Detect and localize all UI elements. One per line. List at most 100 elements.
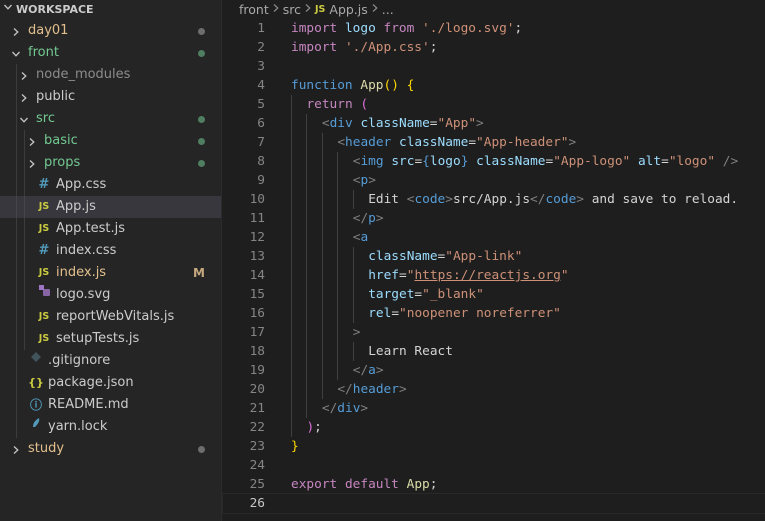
code-area[interactable]: 1 import logo from './logo.svg'; 2 import '… — [222, 19, 765, 514]
js-file-icon: JS — [38, 201, 50, 212]
code-line[interactable]: 19 </a> — [223, 361, 765, 380]
code-token: src — [391, 154, 415, 169]
code-text: function App() { — [291, 76, 414, 95]
indent-guide — [291, 418, 292, 437]
indent-guide — [291, 342, 292, 361]
tree-item-app-css[interactable]: # App.css — [0, 174, 221, 196]
tree-item-props[interactable]: props — [0, 152, 221, 174]
tree-item-package-json[interactable]: {} package.json — [0, 372, 221, 394]
code-line[interactable]: 1 import logo from './logo.svg'; — [223, 19, 765, 38]
indent-guide — [291, 133, 292, 152]
tree-item-src[interactable]: src — [0, 108, 221, 130]
indent-guide — [321, 323, 323, 342]
code-line[interactable]: 5 return ( — [223, 95, 765, 114]
code-line[interactable]: 21 </div> — [223, 399, 765, 418]
workspace-header[interactable]: WORKSPACE — [0, 0, 221, 20]
tree-item-index-css[interactable]: # index.css — [0, 240, 221, 262]
tree-item-logo-svg[interactable]: logo.svg — [0, 284, 221, 306]
breadcrumb-symbols[interactable]: ... — [382, 0, 394, 19]
chevron-down-icon — [16, 108, 32, 130]
tree-item-index-js[interactable]: JS index.js M — [0, 262, 221, 284]
tree-item-day01[interactable]: day01 — [0, 20, 221, 42]
indent-guide — [337, 342, 339, 361]
code-token: code — [545, 192, 577, 207]
code-line[interactable]: 11 </p> — [223, 209, 765, 228]
code-token: href — [368, 268, 400, 283]
code-token: = — [414, 287, 423, 302]
chevron-right-icon — [24, 130, 40, 152]
code-line[interactable]: 6 <div className="App"> — [223, 114, 765, 133]
line-number: 20 — [249, 382, 265, 397]
code-line[interactable]: 2 import './App.css'; — [223, 38, 765, 57]
code-line[interactable]: 17 > — [223, 323, 765, 342]
code-token: logo — [429, 154, 461, 169]
indent-guide — [337, 209, 339, 228]
code-line[interactable]: 15 target="_blank" — [223, 285, 765, 304]
code-line[interactable]: 20 </header> — [223, 380, 765, 399]
tree-item-label: reportWebVitals.js — [56, 309, 175, 324]
tree-item-gitignore[interactable]: .gitignore — [0, 350, 221, 372]
code-token: a — [360, 230, 369, 245]
code-line[interactable]: 16 rel="noopener noreferrer" — [223, 304, 765, 323]
code-line[interactable]: 22); — [223, 418, 765, 437]
breadcrumb-file[interactable]: App.js — [329, 0, 367, 19]
tree-item-basic[interactable]: basic — [0, 130, 221, 152]
code-line[interactable]: 9 <p> — [223, 171, 765, 190]
tree-item-app-js[interactable]: JS App.js — [0, 196, 221, 218]
tree-item-label: index.js — [56, 265, 107, 280]
code-line[interactable]: 3 — [223, 57, 765, 76]
indent-guide — [24, 240, 25, 262]
tree-item-node-modules[interactable]: node_modules — [0, 64, 221, 86]
tree-item-label: App.js — [56, 199, 96, 214]
tree-item-front[interactable]: front — [0, 42, 221, 64]
code-line[interactable]: 8 <img src={logo} className="App-logo" al… — [223, 152, 765, 171]
code-line[interactable]: 4 function App() { — [223, 76, 765, 95]
tree-item-setuptests-js[interactable]: JS setupTests.js — [0, 328, 221, 350]
code-line[interactable]: 18 Learn React — [223, 342, 765, 361]
indent-guide — [352, 342, 354, 361]
indent-guide — [291, 361, 292, 380]
code-line[interactable]: 24 — [223, 456, 765, 475]
code-line[interactable]: 10 Edit <code>src/App.js</code> and save … — [223, 190, 765, 209]
code-text: </header> — [337, 380, 406, 399]
code-line[interactable]: 23} — [223, 437, 765, 456]
breadcrumb-src[interactable]: src — [283, 0, 301, 19]
indent-guide — [321, 380, 323, 399]
code-token: "App-link" — [445, 249, 523, 264]
indent-guide — [306, 152, 308, 171]
chevron-right-icon — [304, 0, 312, 19]
code-line[interactable]: 12 <a — [223, 228, 765, 247]
indent-guide — [306, 285, 308, 304]
code-line[interactable]: 25 export default App; — [223, 475, 765, 494]
code-line[interactable]: 13 className="App-link" — [223, 247, 765, 266]
code-text: return ( — [306, 95, 368, 114]
file-tree: day01 front node_modulespublic src basic prop… — [0, 20, 221, 460]
code-token: > — [398, 382, 407, 397]
code-line[interactable]: 7 <header className="App-header"> — [223, 133, 765, 152]
tree-item-reportwebvitals-js[interactable]: JS reportWebVitals.js — [0, 306, 221, 328]
indent-guide — [16, 130, 17, 152]
code-text: export default App; — [291, 475, 437, 494]
svg-file-icon — [36, 284, 52, 306]
tree-item-readme-md[interactable]: ⓘ README.md — [0, 394, 221, 416]
tree-item-study[interactable]: study — [0, 438, 221, 460]
indent-guide — [321, 285, 323, 304]
code-text: > — [353, 323, 361, 342]
tree-item-yarn-lock[interactable]: yarn.lock — [0, 416, 221, 438]
indent-guide — [337, 285, 339, 304]
tree-item-app-test-js[interactable]: JS App.test.js — [0, 218, 221, 240]
code-token: return — [306, 97, 353, 112]
tree-item-public[interactable]: public — [0, 86, 221, 108]
indent-guide — [337, 247, 339, 266]
indent-guide — [16, 328, 17, 350]
indent-guide — [24, 328, 25, 350]
tree-item-label: node_modules — [36, 67, 131, 82]
indent-guide — [16, 218, 17, 240]
code-line[interactable]: 26 — [222, 493, 765, 514]
code-token: className — [360, 116, 430, 131]
code-token: " — [560, 268, 569, 283]
code-line[interactable]: 14 href="https://reactjs.org" — [223, 266, 765, 285]
indent-guide — [291, 152, 292, 171]
breadcrumb-front[interactable]: front — [239, 0, 269, 19]
